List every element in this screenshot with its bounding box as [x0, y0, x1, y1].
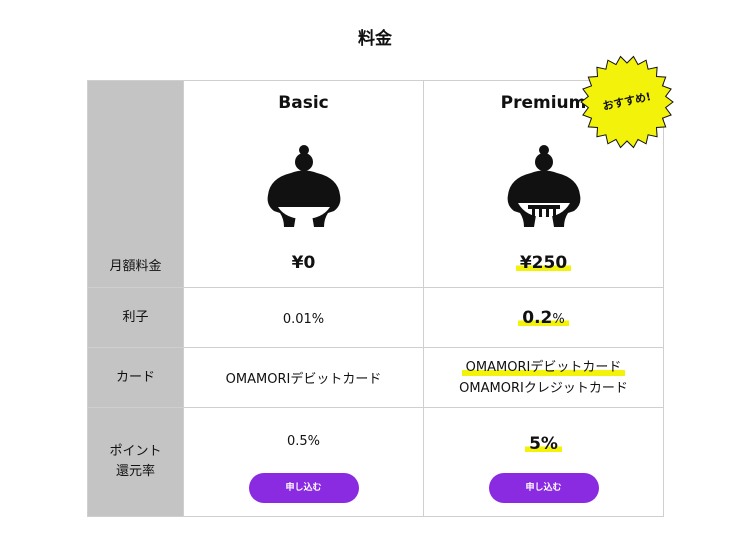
plan-basic-header: Basic ¥0 [183, 80, 424, 288]
plan-price-highlight: ¥250 [515, 253, 572, 273]
point-rate-value: 5% [424, 434, 663, 454]
sumo-wrestler-icon [267, 145, 340, 227]
plan-premium-card: OMAMORIデビットカード OMAMORIクレジットカード [423, 347, 664, 408]
card-name-highlight: OMAMORIデビットカード [461, 356, 626, 378]
point-rate-label: ポイント 還元率 [87, 407, 184, 517]
plan-premium-point: 5% 申し込む [423, 407, 664, 517]
plan-header-row: 月額料金 Basic ¥0 Premium ¥250 [87, 80, 664, 288]
plan-price: ¥0 [291, 253, 316, 273]
apply-basic-button[interactable]: 申し込む [248, 473, 359, 503]
plan-basic-card: OMAMORIデビットカード [183, 347, 424, 408]
page-title: 料金 [358, 29, 392, 49]
interest-label: 利子 [87, 287, 184, 348]
apply-premium-button[interactable]: 申し込む [488, 473, 599, 503]
plan-premium-interest: 0.2% [423, 287, 664, 348]
point-rate-label-line2: 還元率 [115, 464, 155, 479]
point-row: ポイント 還元率 0.5% 申し込む 5% 申し込む [87, 407, 664, 517]
card-name: OMAMORIクレジットカード [459, 380, 628, 396]
pricing-table: 月額料金 Basic ¥0 Premium ¥250 利子 0.01% 0.2%… [87, 80, 664, 517]
badge-text: おすすめ! [601, 90, 653, 113]
plan-basic-point: 0.5% 申し込む [183, 407, 424, 517]
interest-value-highlight: 0.2% [518, 307, 569, 328]
plan-basic-interest: 0.01% [183, 287, 424, 348]
card-label: カード [87, 347, 184, 408]
sumo-wrestler-icon [507, 145, 580, 227]
interest-row: 利子 0.01% 0.2% [87, 287, 664, 348]
plan-price: ¥250 [424, 253, 663, 273]
card-row: カード OMAMORIデビットカード OMAMORIデビットカード OMAMOR… [87, 347, 664, 408]
interest-unit: % [552, 311, 565, 327]
card-name: OMAMORIデビットカード [225, 372, 382, 387]
plan-name: Basic [278, 93, 329, 113]
interest-value: 0.2 [522, 307, 553, 328]
recommended-badge: おすすめ! [580, 55, 674, 149]
monthly-fee-label: 月額料金 [87, 80, 184, 288]
point-rate-label-line1: ポイント [109, 444, 162, 459]
interest-value: 0.01% [282, 312, 325, 327]
point-rate-highlight: 5% [525, 434, 562, 454]
point-rate-value: 0.5% [286, 434, 321, 449]
